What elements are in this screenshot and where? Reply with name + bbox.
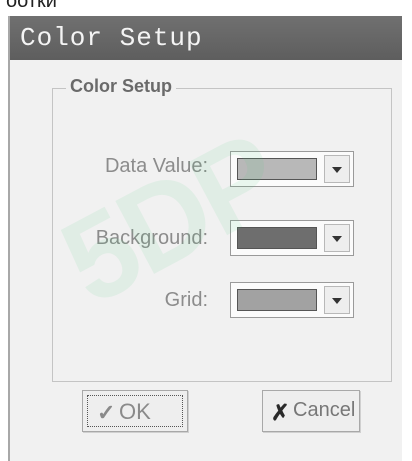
background-color-combo[interactable]	[230, 220, 354, 256]
data-value-color-swatch	[237, 158, 317, 180]
ok-button-label: OK	[119, 399, 151, 424]
background-color-swatch	[237, 227, 317, 249]
background-label: Background:	[95, 227, 208, 249]
check-icon: ✓	[97, 400, 116, 425]
data-value-label: Data Value:	[104, 155, 208, 177]
truncated-top-text: оотки	[6, 0, 57, 12]
data-value-color-combo[interactable]	[230, 151, 354, 187]
grid-color-swatch	[237, 289, 317, 311]
chevron-down-icon[interactable]	[324, 224, 350, 252]
chevron-down-icon[interactable]	[324, 155, 350, 183]
grid-label: Grid:	[164, 289, 208, 311]
chevron-down-icon[interactable]	[324, 286, 350, 314]
color-setup-dialog: Color Setup Color Setup Data Value: Back…	[8, 16, 402, 461]
cancel-button[interactable]: ✗ Cancel	[262, 390, 360, 432]
groupbox-title: Color Setup	[66, 76, 176, 97]
title-bar: Color Setup	[10, 16, 402, 60]
cancel-button-label: Cancel	[293, 399, 356, 421]
ok-button[interactable]: ✓ OK	[82, 390, 188, 432]
window-title: Color Setup	[20, 23, 203, 53]
grid-color-combo[interactable]	[230, 282, 354, 318]
x-icon: ✗	[271, 400, 290, 425]
